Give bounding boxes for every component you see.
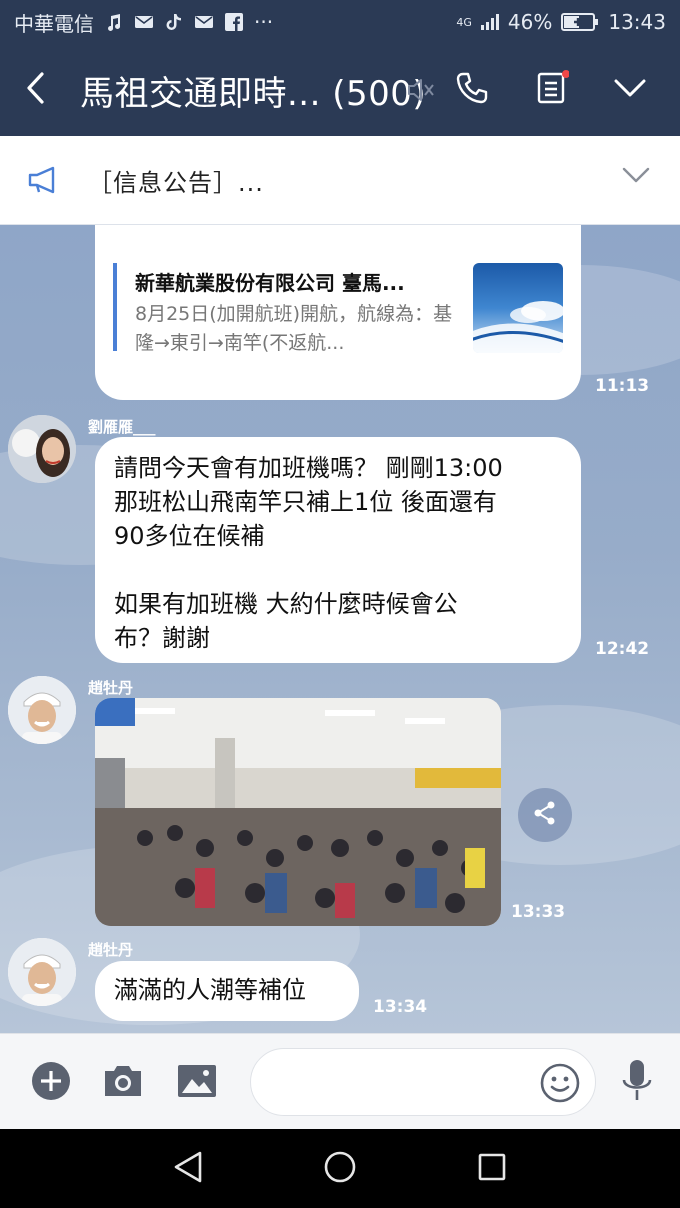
- expand-menu-button[interactable]: [606, 66, 654, 114]
- megaphone-icon: [0, 165, 88, 195]
- phone-icon: [454, 70, 490, 110]
- note-list-icon: [535, 70, 570, 110]
- link-preview-message[interactable]: 新華航業股份有限公司 臺馬... 8月25日(加開航班)開航，航線為：基隆→東引…: [95, 225, 581, 400]
- message-field[interactable]: [250, 1048, 596, 1116]
- camera-icon: [102, 1063, 144, 1103]
- carrier-label: 中華電信: [14, 11, 94, 36]
- signal-icon: [480, 13, 500, 31]
- emoji-icon[interactable]: [539, 1062, 581, 1108]
- announcement-banner[interactable]: ［信息公告］...: [0, 136, 680, 225]
- network-type: 4G: [456, 15, 472, 29]
- share-button[interactable]: [518, 788, 572, 842]
- link-description: 8月25日(加開航班)開航，航線為：基隆→東引→南竿(不返航...: [135, 303, 453, 354]
- text-message[interactable]: 請問今天會有加班機嗎？ 剛剛13:00 那班松山飛南竿只補上1位 後面還有 90…: [95, 437, 581, 663]
- call-button[interactable]: [448, 66, 496, 114]
- music-icon: [104, 13, 124, 31]
- gallery-button[interactable]: [174, 1060, 220, 1106]
- share-icon: [531, 799, 559, 831]
- sender-name: 趙牡丹: [88, 941, 134, 959]
- circle-home-icon: [323, 1150, 357, 1188]
- camera-button[interactable]: [100, 1060, 146, 1106]
- link-accent-bar: [113, 263, 117, 351]
- chevron-left-icon: [24, 71, 46, 109]
- avatar[interactable]: [8, 938, 76, 1006]
- avatar[interactable]: [8, 415, 76, 483]
- text-message[interactable]: 滿滿的人潮等補位: [95, 961, 359, 1021]
- message-input-bar: [0, 1033, 680, 1129]
- shared-photo[interactable]: [95, 698, 501, 926]
- clock: 13:43: [608, 10, 666, 34]
- speaker-muted-icon: [396, 66, 444, 114]
- microphone-icon: [619, 1058, 655, 1108]
- chevron-down-icon: [613, 77, 647, 103]
- notes-button[interactable]: [528, 66, 576, 114]
- chat-area[interactable]: 新華航業股份有限公司 臺馬... 8月25日(加開航班)開航，航線為：基隆→東引…: [0, 225, 680, 1033]
- chat-title[interactable]: 馬祖交通即時... (500): [80, 66, 426, 115]
- back-button[interactable]: [0, 44, 70, 136]
- link-thumbnail: [473, 263, 563, 353]
- plus-circle-icon: [30, 1060, 72, 1106]
- triangle-back-icon: [172, 1150, 204, 1188]
- nav-home-button[interactable]: [320, 1149, 360, 1189]
- message-input[interactable]: [269, 1065, 519, 1099]
- battery-percent: 46%: [507, 10, 553, 34]
- system-nav-bar: [0, 1129, 680, 1208]
- mail-icon: [134, 13, 154, 31]
- message-text: 滿滿的人潮等補位: [114, 976, 306, 1004]
- nav-recents-button[interactable]: [472, 1149, 512, 1189]
- add-button[interactable]: [28, 1060, 74, 1106]
- sender-name: 劉雁雁___: [88, 418, 156, 436]
- more-notifications: ···: [254, 10, 274, 34]
- tiktok-icon: [164, 13, 184, 31]
- mail-icon-2: [194, 13, 214, 31]
- chat-header: 馬祖交通即時... (500): [0, 44, 680, 136]
- announcement-text: ［信息公告］...: [88, 168, 264, 197]
- image-icon: [176, 1063, 218, 1103]
- battery-charging-icon: [560, 13, 600, 31]
- message-time: 12:42: [595, 639, 650, 659]
- message-time: 11:13: [595, 376, 650, 396]
- message-text: 請問今天會有加班機嗎？ 剛剛13:00 那班松山飛南竿只補上1位 後面還有 90…: [114, 454, 503, 652]
- square-recents-icon: [477, 1152, 507, 1186]
- message-time: 13:34: [373, 997, 428, 1017]
- nav-back-button[interactable]: [168, 1149, 208, 1189]
- status-bar: 中華電信 ··· 4G 46% 13:43: [0, 0, 680, 44]
- voice-button[interactable]: [614, 1060, 660, 1106]
- facebook-icon: [224, 13, 244, 31]
- sender-name: 趙牡丹: [88, 679, 134, 697]
- message-time: 13:33: [511, 902, 566, 922]
- link-title: 新華航業股份有限公司 臺馬...: [135, 271, 405, 295]
- chevron-down-icon[interactable]: [622, 166, 650, 188]
- avatar[interactable]: [8, 676, 76, 744]
